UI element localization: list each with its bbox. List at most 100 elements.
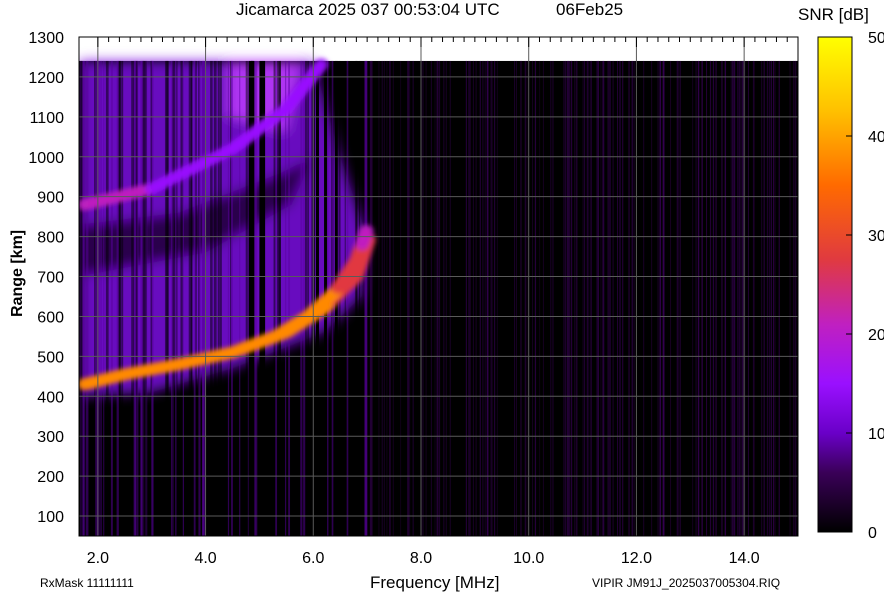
noise-streak — [307, 60, 309, 536]
noise-streak — [774, 60, 776, 536]
noise-streak — [85, 60, 89, 536]
noise-streak — [738, 60, 740, 536]
x-tick-label: 4.0 — [194, 550, 216, 567]
noise-streak — [515, 60, 517, 536]
noise-streak — [176, 60, 178, 536]
noise-streak — [381, 60, 383, 536]
noise-streak — [563, 60, 565, 536]
noise-streak — [721, 60, 723, 536]
noise-streak — [715, 60, 717, 536]
noise-streak — [524, 60, 526, 536]
noise-streak — [569, 60, 571, 536]
noise-streak — [730, 60, 732, 536]
noise-streak — [663, 60, 665, 536]
noise-streak — [695, 60, 697, 536]
y-tick-label: 1300 — [28, 30, 64, 47]
noise-streak — [110, 60, 113, 536]
noise-streak — [193, 60, 196, 536]
noise-streak — [596, 60, 598, 536]
noise-streak — [747, 60, 749, 536]
noise-streak — [670, 60, 672, 536]
noise-streak — [344, 60, 346, 536]
noise-streak — [370, 60, 372, 536]
y-tick-label: 1000 — [28, 150, 64, 167]
noise-streak — [227, 60, 230, 536]
noise-streak — [526, 60, 528, 536]
noise-streak — [213, 60, 217, 536]
noise-streak — [383, 60, 385, 536]
noise-streak — [679, 60, 681, 536]
noise-streak — [724, 60, 726, 536]
noise-streak — [734, 60, 736, 536]
colorbar-tick-label: 40 — [868, 129, 884, 146]
noise-streak — [628, 60, 630, 536]
colorbar-bar — [817, 36, 853, 533]
noise-streak — [313, 60, 316, 536]
noise-streak — [121, 60, 124, 536]
noise-streak — [566, 60, 568, 536]
y-tick-label: 1100 — [30, 110, 65, 127]
noise-streak — [742, 60, 744, 536]
noise-streak — [465, 60, 467, 536]
noise-streak — [632, 60, 634, 536]
noise-streak — [793, 60, 795, 536]
y-tick-label: 700 — [37, 270, 64, 287]
noise-streak — [706, 60, 708, 536]
noise-streak — [346, 60, 349, 536]
noise-streak — [425, 60, 427, 536]
y-tick-label: 200 — [37, 469, 64, 486]
noise-streak — [633, 60, 635, 536]
y-tick-label: 300 — [37, 429, 64, 446]
noise-streak — [135, 60, 138, 536]
noise-streak — [603, 60, 605, 536]
noise-streak — [445, 60, 447, 536]
noise-streak — [100, 60, 102, 536]
noise-streak — [423, 60, 425, 536]
noise-streak — [692, 60, 694, 536]
noise-streak — [190, 60, 193, 536]
y-tick-label: 800 — [37, 230, 64, 247]
noise-streak — [118, 60, 122, 536]
noise-streak — [439, 60, 441, 536]
noise-streak — [217, 60, 220, 536]
noise-streak — [773, 60, 775, 536]
noise-streak — [468, 60, 470, 536]
noise-streak — [400, 60, 402, 536]
noise-streak — [103, 60, 105, 536]
noise-streak — [239, 60, 241, 536]
x-tick-label: 2.0 — [87, 550, 109, 567]
noise-streak — [436, 60, 438, 536]
noise-streak — [550, 60, 552, 536]
noise-streak — [80, 60, 83, 536]
noise-streak — [514, 60, 516, 536]
noise-streak — [769, 60, 771, 536]
noise-streak — [469, 60, 471, 536]
noise-streak — [643, 60, 645, 536]
noise-streak — [141, 60, 144, 536]
noise-streak — [574, 60, 576, 536]
noise-streak — [582, 60, 584, 536]
noise-streak — [364, 60, 368, 536]
noise-streak — [622, 60, 624, 536]
y-tick-labels: 100 200 300 400 500 600 700 800 900 1000 1100 1200 1… — [28, 30, 64, 526]
noise-streak — [761, 60, 763, 536]
noise-streak — [584, 60, 586, 536]
noise-streak — [144, 60, 147, 536]
colorbar-tick-label: 50 — [868, 30, 884, 47]
noise-streak — [770, 60, 772, 536]
noise-streak — [472, 60, 474, 536]
noise-streak — [651, 60, 653, 536]
noise-streak — [676, 60, 678, 536]
noise-streak — [753, 60, 755, 536]
ionogram-chart: 2.0 4.0 6.0 8.0 10.0 12.0 14.01002003004005006… — [28, 30, 884, 567]
noise-streak — [590, 60, 592, 536]
noise-streak — [475, 60, 477, 536]
noise-streak — [532, 60, 534, 536]
noise-streak — [275, 60, 278, 536]
noise-streak — [657, 60, 659, 536]
y-tick-label: 500 — [37, 349, 64, 366]
noise-streak — [202, 60, 204, 536]
noise-streak — [210, 60, 213, 536]
noise-streak — [721, 60, 723, 536]
noise-streak — [608, 60, 610, 536]
